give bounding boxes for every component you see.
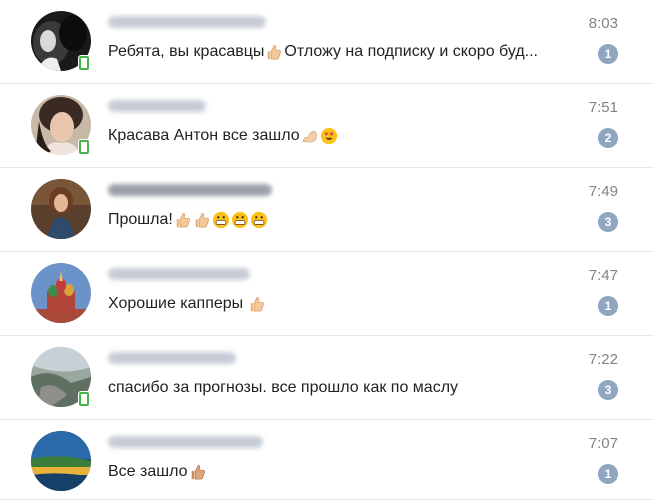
- unread-badge: 1: [598, 44, 618, 64]
- message-preview: Ребята, вы красавцы Отложу на подписку и…: [108, 43, 538, 61]
- heart-eyes-emoji: [320, 127, 337, 145]
- sender-name-blurred[interactable]: [108, 436, 263, 448]
- message-text: Хорошие капперы: [108, 295, 244, 312]
- unread-badge: 2: [598, 128, 618, 148]
- mobile-online-icon: [78, 139, 90, 155]
- message-text-tail: Отложу на подписку и скоро буд...: [284, 43, 538, 60]
- avatar-image: [31, 263, 91, 323]
- dialog-row[interactable]: 7:07 Все зашло 1: [0, 420, 654, 500]
- message-time: 7:22: [588, 351, 618, 368]
- message-time: 7:49: [588, 183, 618, 200]
- sender-name-blurred[interactable]: [108, 16, 266, 28]
- message-preview: спасибо за прогнозы. все прошло как по м…: [108, 379, 458, 397]
- message-text: Красава Антон все зашло: [108, 127, 300, 144]
- dialog-row[interactable]: 7:47 Хорошие капперы 1: [0, 252, 654, 336]
- message-preview: Прошла!: [108, 211, 269, 229]
- dialog-row[interactable]: 7:49 Прошла! 3: [0, 168, 654, 252]
- unread-badge: 3: [598, 212, 618, 232]
- sender-name-blurred[interactable]: [108, 184, 272, 196]
- message-time: 7:07: [588, 435, 618, 452]
- message-time: 7:47: [588, 267, 618, 284]
- flexed-biceps-emoji: [301, 130, 317, 143]
- unread-badge: 3: [598, 380, 618, 400]
- mobile-online-icon: [78, 55, 90, 71]
- mobile-online-icon: [78, 391, 90, 407]
- message-time: 7:51: [588, 99, 618, 116]
- message-preview: Все зашло: [108, 463, 208, 481]
- dialog-row[interactable]: 8:03 Ребята, вы красавцы Отложу на подпи…: [0, 0, 654, 84]
- message-time: 8:03: [588, 15, 618, 32]
- sender-name-blurred[interactable]: [108, 100, 206, 112]
- avatar[interactable]: [31, 179, 91, 239]
- message-text: Ребята, вы красавцы: [108, 43, 265, 60]
- unread-badge: 1: [598, 296, 618, 316]
- sender-name-blurred[interactable]: [108, 268, 250, 280]
- message-text: Все зашло: [108, 463, 188, 480]
- avatar[interactable]: [31, 431, 91, 491]
- thumbs-up-emoji: [176, 213, 190, 228]
- unread-badge: 1: [598, 464, 618, 484]
- avatar[interactable]: [31, 263, 91, 323]
- avatar-image: [31, 179, 91, 239]
- thumbs-up-emoji: [250, 297, 265, 312]
- thumbs-up-emoji: [268, 45, 282, 60]
- sender-name-blurred[interactable]: [108, 352, 236, 364]
- avatar[interactable]: [31, 11, 91, 71]
- avatar[interactable]: [31, 95, 91, 155]
- dialog-row[interactable]: 7:51 Красава Антон все зашло 2: [0, 84, 654, 168]
- message-text: спасибо за прогнозы. все прошло как по м…: [108, 379, 459, 396]
- message-preview: Хорошие капперы: [108, 295, 267, 313]
- avatar[interactable]: [31, 347, 91, 407]
- message-text: Прошла!: [108, 211, 173, 228]
- grinning-face-emoji: [231, 211, 248, 229]
- avatar-image: [31, 431, 91, 491]
- thumbs-up-emoji: [195, 213, 209, 228]
- dialog-list: 8:03 Ребята, вы красавцы Отложу на подпи…: [0, 0, 654, 500]
- message-preview: Красава Антон все зашло: [108, 127, 339, 145]
- grinning-face-emoji: [212, 211, 229, 229]
- grinning-face-emoji: [250, 211, 267, 229]
- thumbs-up-emoji: [191, 465, 205, 480]
- dialog-row[interactable]: 7:22 спасибо за прогнозы. все прошло как…: [0, 336, 654, 420]
